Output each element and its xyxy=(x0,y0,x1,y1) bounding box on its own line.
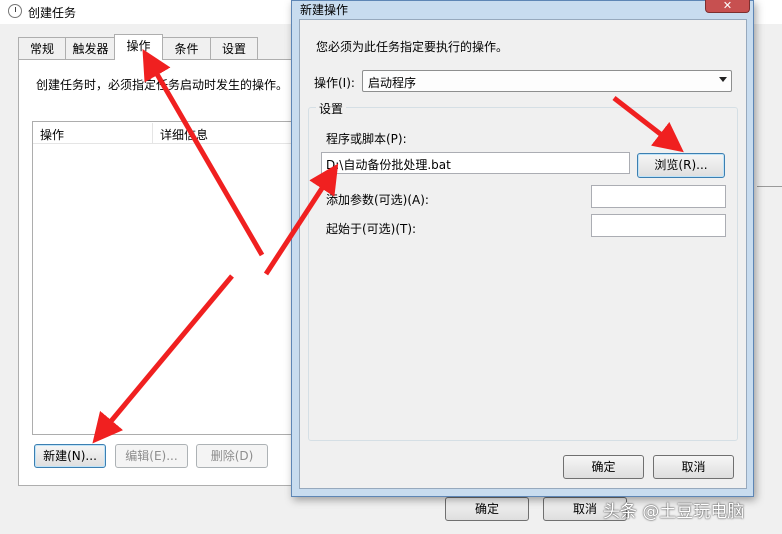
arguments-input[interactable] xyxy=(591,185,726,208)
start-in-input[interactable] xyxy=(591,214,726,237)
tab-actions[interactable]: 操作 xyxy=(114,34,163,60)
task-scheduler-clock-icon xyxy=(8,4,22,18)
action-type-select[interactable] xyxy=(362,70,732,92)
dialog-cancel-button[interactable]: 取消 xyxy=(653,455,734,479)
program-script-value[interactable]: D:\自动备份批处理.bat xyxy=(326,156,451,173)
browse-button[interactable]: 浏览(R)... xyxy=(637,153,725,178)
actions-description: 创建任务时，必须指定任务启动时发生的操作。 xyxy=(36,78,289,92)
settings-group-label: 设置 xyxy=(316,100,347,117)
create-task-title: 创建任务 xyxy=(28,6,77,20)
new-action-title: 新建操作 xyxy=(300,3,349,17)
action-type-label: 操作(I): xyxy=(314,76,355,90)
edit-action-button[interactable]: 编辑(E)... xyxy=(115,444,188,468)
column-separator[interactable] xyxy=(152,123,153,143)
dropdown-arrow-icon[interactable] xyxy=(719,77,727,82)
column-header-details[interactable]: 详细信息 xyxy=(160,126,208,143)
create-task-ok-button[interactable]: 确定 xyxy=(445,497,529,521)
actions-list[interactable] xyxy=(32,121,300,435)
program-script-label: 程序或脚本(P): xyxy=(326,132,407,146)
close-icon[interactable]: ✕ xyxy=(705,0,750,13)
dialog-instruction: 您必须为此任务指定要执行的操作。 xyxy=(316,40,509,54)
tab-settings[interactable]: 设置 xyxy=(210,37,258,59)
dialog-ok-button[interactable]: 确定 xyxy=(563,455,644,479)
tab-general[interactable]: 常规 xyxy=(18,37,66,59)
delete-action-button[interactable]: 删除(D) xyxy=(196,444,268,468)
arguments-label: 添加参数(可选)(A): xyxy=(326,193,429,207)
action-type-value[interactable]: 启动程序 xyxy=(368,74,416,91)
window-edge xyxy=(757,186,782,187)
column-header-action[interactable]: 操作 xyxy=(40,126,64,143)
tab-triggers[interactable]: 触发器 xyxy=(65,37,116,59)
start-in-label: 起始于(可选)(T): xyxy=(326,222,417,236)
tab-conditions[interactable]: 条件 xyxy=(162,37,211,59)
watermark: 头条 @土豆玩电脑 xyxy=(603,502,745,522)
new-action-button[interactable]: 新建(N)... xyxy=(34,444,106,468)
